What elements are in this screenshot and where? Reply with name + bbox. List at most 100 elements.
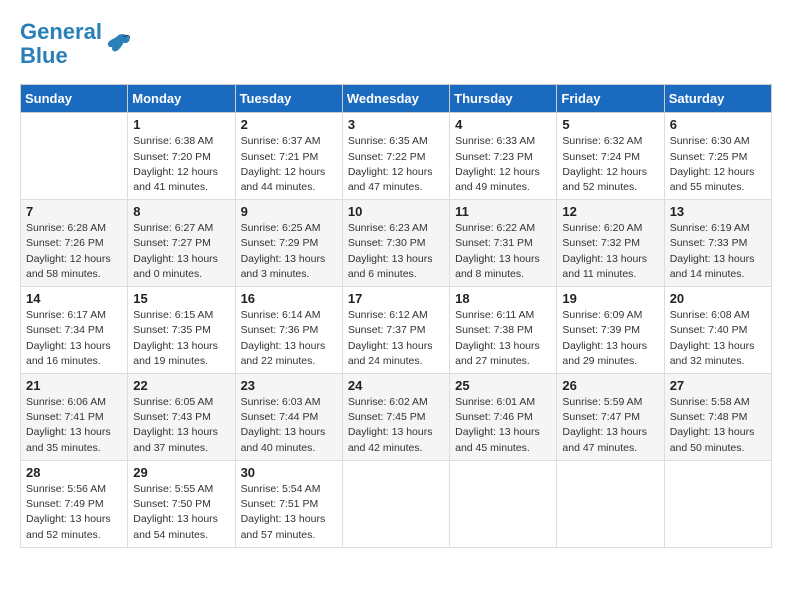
day-info: Sunrise: 6:19 AMSunset: 7:33 PMDaylight:… [670, 221, 766, 282]
day-cell: 6 Sunrise: 6:30 AMSunset: 7:25 PMDaylight… [664, 113, 771, 200]
day-info: Sunrise: 6:09 AMSunset: 7:39 PMDaylight:… [562, 308, 658, 369]
day-cell: 12Sunrise: 6:20 AMSunset: 7:32 PMDayligh… [557, 200, 664, 287]
day-number: 22 [133, 378, 229, 393]
header-sunday: Sunday [21, 85, 128, 113]
day-cell: 22 Sunrise: 6:05 AMSunset: 7:43 PMDayligh… [128, 374, 235, 461]
day-cell: 30 Sunrise: 5:54 AMSunset: 7:51 PMDayligh… [235, 460, 342, 547]
day-number: 12 [562, 204, 658, 219]
day-number: 30 [241, 465, 337, 480]
day-number: 2 [241, 117, 337, 132]
day-info: Sunrise: 6:30 AMSunset: 7:25 PMDaylight:… [670, 134, 766, 195]
day-info: Sunrise: 6:08 AMSunset: 7:40 PMDaylight:… [670, 308, 766, 369]
day-cell: 26 Sunrise: 5:59 AMSunset: 7:47 PMDayligh… [557, 374, 664, 461]
day-number: 24 [348, 378, 444, 393]
day-cell: 14 Sunrise: 6:17 AMSunset: 7:34 PMDayligh… [21, 287, 128, 374]
day-cell: 23Sunrise: 6:03 AMSunset: 7:44 PMDayligh… [235, 374, 342, 461]
day-info: Sunrise: 5:56 AMSunset: 7:49 PMDaylight:… [26, 482, 122, 543]
week-row-4: 21 Sunrise: 6:06 AMSunset: 7:41 PMDayligh… [21, 374, 772, 461]
day-info: Sunrise: 6:32 AMSunset: 7:24 PMDaylight:… [562, 134, 658, 195]
day-cell: 2 Sunrise: 6:37 AMSunset: 7:21 PMDaylight… [235, 113, 342, 200]
week-row-1: 1 Sunrise: 6:38 AMSunset: 7:20 PMDaylight… [21, 113, 772, 200]
day-number: 26 [562, 378, 658, 393]
calendar-header-row: SundayMondayTuesdayWednesdayThursdayFrid… [21, 85, 772, 113]
calendar-table: SundayMondayTuesdayWednesdayThursdayFrid… [20, 84, 772, 547]
header-wednesday: Wednesday [342, 85, 449, 113]
week-row-5: 28 Sunrise: 5:56 AMSunset: 7:49 PMDayligh… [21, 460, 772, 547]
day-info: Sunrise: 6:27 AMSunset: 7:27 PMDaylight:… [133, 221, 229, 282]
day-cell [450, 460, 557, 547]
day-cell: 13 Sunrise: 6:19 AMSunset: 7:33 PMDayligh… [664, 200, 771, 287]
day-info: Sunrise: 5:58 AMSunset: 7:48 PMDaylight:… [670, 395, 766, 456]
day-number: 7 [26, 204, 122, 219]
day-cell: 10 Sunrise: 6:23 AMSunset: 7:30 PMDayligh… [342, 200, 449, 287]
day-number: 15 [133, 291, 229, 306]
day-cell: 16Sunrise: 6:14 AMSunset: 7:36 PMDayligh… [235, 287, 342, 374]
day-number: 11 [455, 204, 551, 219]
day-cell: 15 Sunrise: 6:15 AMSunset: 7:35 PMDayligh… [128, 287, 235, 374]
day-info: Sunrise: 6:06 AMSunset: 7:41 PMDaylight:… [26, 395, 122, 456]
day-info: Sunrise: 6:35 AMSunset: 7:22 PMDaylight:… [348, 134, 444, 195]
header-saturday: Saturday [664, 85, 771, 113]
day-info: Sunrise: 6:23 AMSunset: 7:30 PMDaylight:… [348, 221, 444, 282]
day-info: Sunrise: 5:59 AMSunset: 7:47 PMDaylight:… [562, 395, 658, 456]
day-number: 5 [562, 117, 658, 132]
day-info: Sunrise: 6:12 AMSunset: 7:37 PMDaylight:… [348, 308, 444, 369]
day-cell: 21 Sunrise: 6:06 AMSunset: 7:41 PMDayligh… [21, 374, 128, 461]
day-number: 18 [455, 291, 551, 306]
logo: General Blue [20, 20, 132, 68]
day-info: Sunrise: 6:38 AMSunset: 7:20 PMDaylight:… [133, 134, 229, 195]
day-info: Sunrise: 5:54 AMSunset: 7:51 PMDaylight:… [241, 482, 337, 543]
day-cell: 18 Sunrise: 6:11 AMSunset: 7:38 PMDayligh… [450, 287, 557, 374]
header-tuesday: Tuesday [235, 85, 342, 113]
day-cell [557, 460, 664, 547]
day-info: Sunrise: 6:37 AMSunset: 7:21 PMDaylight:… [241, 134, 337, 195]
day-cell: 24 Sunrise: 6:02 AMSunset: 7:45 PMDayligh… [342, 374, 449, 461]
day-info: Sunrise: 6:17 AMSunset: 7:34 PMDaylight:… [26, 308, 122, 369]
day-info: Sunrise: 6:01 AMSunset: 7:46 PMDaylight:… [455, 395, 551, 456]
day-info: Sunrise: 6:05 AMSunset: 7:43 PMDaylight:… [133, 395, 229, 456]
day-cell: 27 Sunrise: 5:58 AMSunset: 7:48 PMDayligh… [664, 374, 771, 461]
day-info: Sunrise: 6:15 AMSunset: 7:35 PMDaylight:… [133, 308, 229, 369]
day-info: Sunrise: 6:11 AMSunset: 7:38 PMDaylight:… [455, 308, 551, 369]
day-cell: 25 Sunrise: 6:01 AMSunset: 7:46 PMDayligh… [450, 374, 557, 461]
day-number: 6 [670, 117, 766, 132]
day-cell: 20 Sunrise: 6:08 AMSunset: 7:40 PMDayligh… [664, 287, 771, 374]
day-cell: 7Sunrise: 6:28 AMSunset: 7:26 PMDaylight… [21, 200, 128, 287]
day-number: 1 [133, 117, 229, 132]
day-cell: 28 Sunrise: 5:56 AMSunset: 7:49 PMDayligh… [21, 460, 128, 547]
day-number: 20 [670, 291, 766, 306]
day-cell: 3 Sunrise: 6:35 AMSunset: 7:22 PMDaylight… [342, 113, 449, 200]
day-cell [664, 460, 771, 547]
day-cell: 8Sunrise: 6:27 AMSunset: 7:27 PMDaylight… [128, 200, 235, 287]
day-info: Sunrise: 6:02 AMSunset: 7:45 PMDaylight:… [348, 395, 444, 456]
day-number: 4 [455, 117, 551, 132]
day-number: 14 [26, 291, 122, 306]
day-info: Sunrise: 6:25 AMSunset: 7:29 PMDaylight:… [241, 221, 337, 282]
day-cell: 1 Sunrise: 6:38 AMSunset: 7:20 PMDaylight… [128, 113, 235, 200]
day-number: 13 [670, 204, 766, 219]
day-number: 3 [348, 117, 444, 132]
day-number: 21 [26, 378, 122, 393]
week-row-3: 14 Sunrise: 6:17 AMSunset: 7:34 PMDayligh… [21, 287, 772, 374]
day-info: Sunrise: 6:22 AMSunset: 7:31 PMDaylight:… [455, 221, 551, 282]
day-cell: 4Sunrise: 6:33 AMSunset: 7:23 PMDaylight… [450, 113, 557, 200]
day-number: 27 [670, 378, 766, 393]
header-monday: Monday [128, 85, 235, 113]
day-info: Sunrise: 6:03 AMSunset: 7:44 PMDaylight:… [241, 395, 337, 456]
page-header: General Blue [20, 20, 772, 68]
day-number: 29 [133, 465, 229, 480]
day-cell [21, 113, 128, 200]
day-cell: 17Sunrise: 6:12 AMSunset: 7:37 PMDayligh… [342, 287, 449, 374]
week-row-2: 7Sunrise: 6:28 AMSunset: 7:26 PMDaylight… [21, 200, 772, 287]
header-friday: Friday [557, 85, 664, 113]
day-number: 19 [562, 291, 658, 306]
day-number: 28 [26, 465, 122, 480]
day-cell: 11 Sunrise: 6:22 AMSunset: 7:31 PMDayligh… [450, 200, 557, 287]
day-cell: 29Sunrise: 5:55 AMSunset: 7:50 PMDayligh… [128, 460, 235, 547]
logo-bird-icon [104, 30, 132, 58]
day-cell: 9 Sunrise: 6:25 AMSunset: 7:29 PMDaylight… [235, 200, 342, 287]
day-number: 25 [455, 378, 551, 393]
day-number: 9 [241, 204, 337, 219]
day-cell: 5 Sunrise: 6:32 AMSunset: 7:24 PMDaylight… [557, 113, 664, 200]
day-number: 10 [348, 204, 444, 219]
